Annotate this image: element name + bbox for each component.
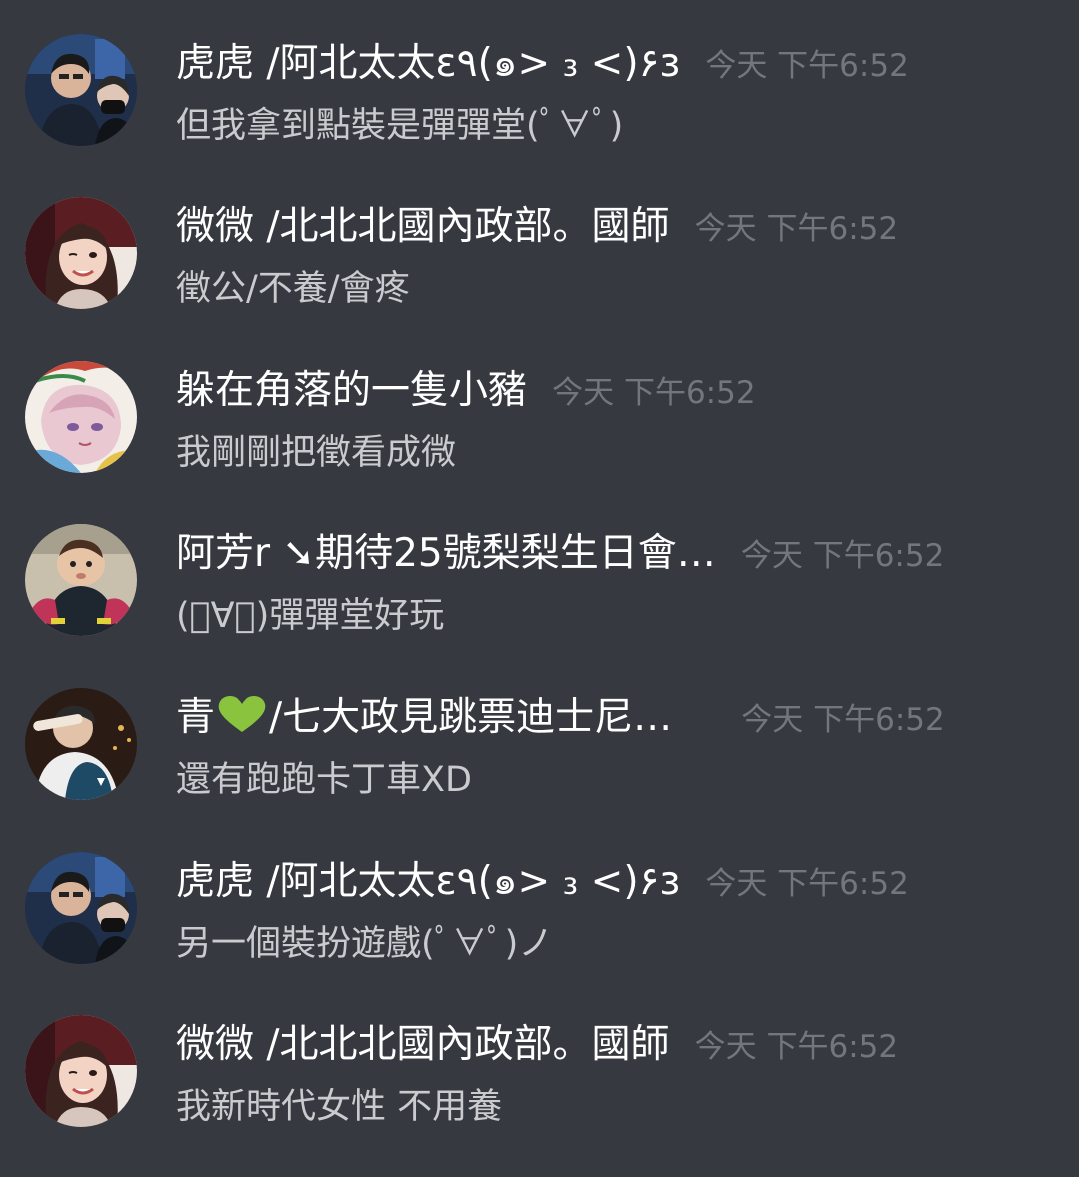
timestamp: 今天 下午6:52 bbox=[705, 48, 909, 84]
message-header: 青/七大政見跳票迪士尼… 今天 下午6:52 bbox=[176, 692, 1063, 744]
woman-winking-avatar[interactable] bbox=[25, 197, 137, 309]
chat-message-feed: 虎虎 /阿北太太ε٩(๑> ₃ <)۶з 今天 下午6:52 但我拿到點裝是彈彈… bbox=[0, 0, 1079, 1169]
chat-message: 躲在角落的一隻小豬 今天 下午6:52 我剛剛把徵看成微 bbox=[0, 359, 1079, 523]
username-suffix: /七大政見跳票迪士尼… bbox=[269, 695, 673, 740]
avatar-image bbox=[25, 34, 137, 146]
avatar-image bbox=[25, 1015, 137, 1127]
green-heart-icon bbox=[218, 696, 266, 732]
message-header: 微微 /北北北國內政部。國師 今天 下午6:52 bbox=[176, 1019, 1063, 1071]
message-content: 我新時代女性 不用養 bbox=[176, 1087, 503, 1127]
username[interactable]: 微微 /北北北國內政部。國師 bbox=[176, 201, 670, 253]
timestamp: 今天 下午6:52 bbox=[694, 211, 899, 247]
timestamp: 今天 下午6:52 bbox=[740, 538, 945, 574]
chat-message: 青/七大政見跳票迪士尼… 今天 下午6:52 還有跑跑卡丁車XD bbox=[0, 686, 1079, 850]
avatar-image bbox=[25, 852, 137, 964]
username[interactable]: 虎虎 /阿北太太ε٩(๑> ₃ <)۶з bbox=[176, 856, 680, 908]
username[interactable]: 微微 /北北北國內政部。國師 bbox=[176, 1019, 670, 1071]
couple-selfie-avatar[interactable] bbox=[25, 852, 137, 964]
boy-jacket-avatar[interactable] bbox=[25, 688, 137, 800]
message-content: 徵公/不養/會疼 bbox=[176, 269, 410, 309]
message-content: 還有跑跑卡丁車XD bbox=[176, 760, 472, 800]
timestamp: 今天 下午6:52 bbox=[552, 375, 756, 411]
chat-message: 微微 /北北北國內政部。國師 今天 下午6:52 我新時代女性 不用養 bbox=[0, 1013, 1079, 1177]
avatar-image bbox=[25, 197, 137, 309]
message-content: 我剛剛把徵看成微 bbox=[176, 433, 457, 473]
message-content: 但我拿到點裝是彈彈堂(ﾟ∀ﾟ) bbox=[176, 106, 624, 146]
message-header: 阿芳r ➘期待25號梨梨生日會… 今天 下午6:52 bbox=[176, 528, 1063, 580]
message-header: 虎虎 /阿北太太ε٩(๑> ₃ <)۶з 今天 下午6:52 bbox=[176, 856, 1063, 908]
chat-message: 虎虎 /阿北太太ε٩(๑> ₃ <)۶з 今天 下午6:52 另一個裝扮遊戲(ﾟ… bbox=[0, 850, 1079, 1014]
woman-winking-avatar[interactable] bbox=[25, 1015, 137, 1127]
avatar-image bbox=[25, 688, 137, 800]
timestamp: 今天 下午6:52 bbox=[694, 1029, 899, 1065]
couple-selfie-avatar[interactable] bbox=[25, 34, 137, 146]
username[interactable]: 虎虎 /阿北太太ε٩(๑> ₃ <)۶з bbox=[176, 38, 680, 90]
anime-character-avatar[interactable] bbox=[25, 361, 137, 473]
avatar-image bbox=[25, 524, 137, 636]
message-header: 虎虎 /阿北太太ε٩(๑> ₃ <)۶з 今天 下午6:52 bbox=[176, 38, 1063, 90]
baby-avatar[interactable] bbox=[25, 524, 137, 636]
username-prefix: 青 bbox=[176, 695, 216, 740]
message-header: 微微 /北北北國內政部。國師 今天 下午6:52 bbox=[176, 201, 1063, 253]
chat-message: 虎虎 /阿北太太ε٩(๑> ₃ <)۶з 今天 下午6:52 但我拿到點裝是彈彈… bbox=[0, 32, 1079, 196]
timestamp: 今天 下午6:52 bbox=[741, 702, 945, 738]
avatar-image bbox=[25, 361, 137, 473]
message-header: 躲在角落的一隻小豬 今天 下午6:52 bbox=[176, 365, 1063, 417]
message-content: 另一個裝扮遊戲(ﾟ∀ﾟ)ノ bbox=[176, 924, 554, 964]
chat-message: 微微 /北北北國內政部。國師 今天 下午6:52 徵公/不養/會疼 bbox=[0, 195, 1079, 359]
message-content: (ﾟ∀ﾟ)彈彈堂好玩 bbox=[176, 596, 445, 636]
username[interactable]: 阿芳r ➘期待25號梨梨生日會… bbox=[176, 528, 716, 580]
username[interactable]: 躲在角落的一隻小豬 bbox=[176, 365, 527, 417]
username[interactable]: 青/七大政見跳票迪士尼… bbox=[176, 692, 672, 744]
timestamp: 今天 下午6:52 bbox=[705, 866, 909, 902]
chat-message: 阿芳r ➘期待25號梨梨生日會… 今天 下午6:52 (ﾟ∀ﾟ)彈彈堂好玩 bbox=[0, 522, 1079, 686]
